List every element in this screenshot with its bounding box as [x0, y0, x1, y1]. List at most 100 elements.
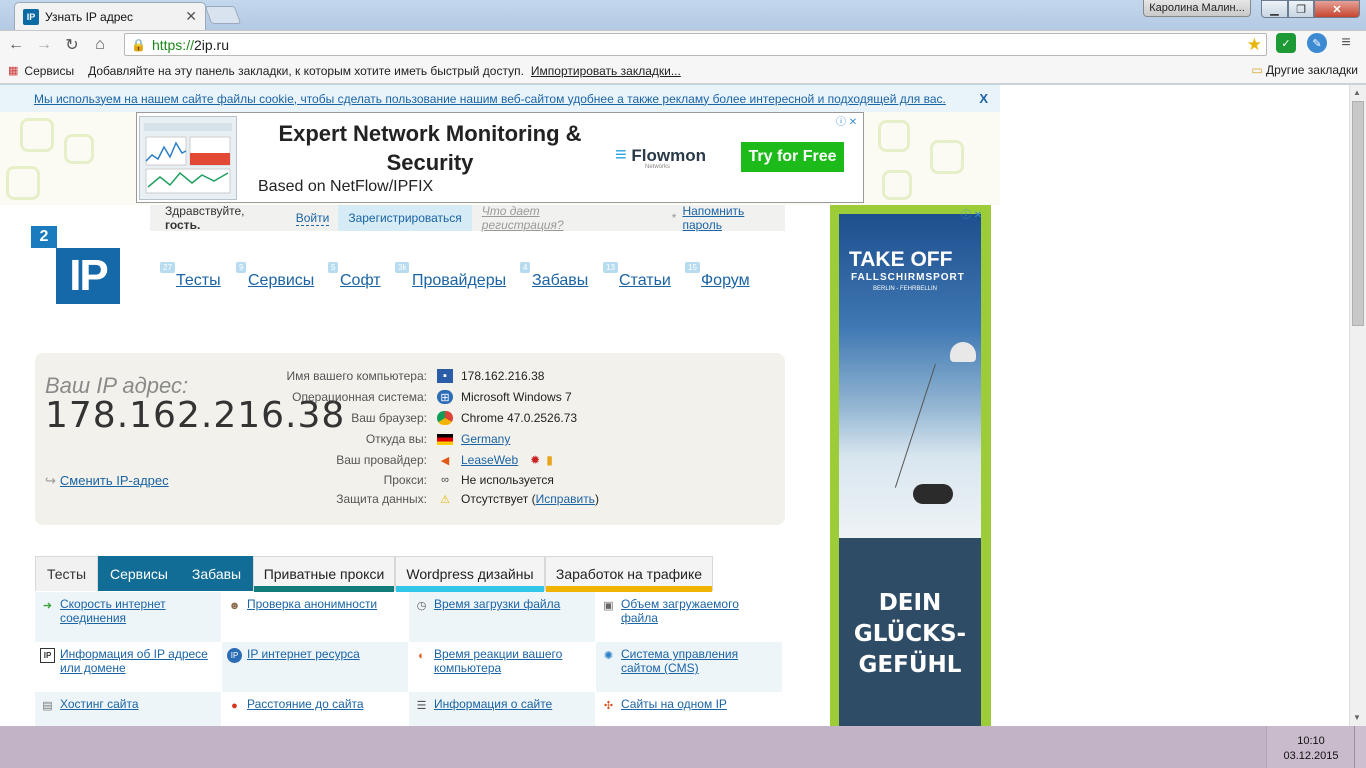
tab-earnings[interactable]: Заработок на трафике — [545, 556, 713, 592]
fix-link[interactable]: Исправить — [536, 492, 595, 506]
tab-close-icon[interactable]: ✕ — [185, 8, 197, 25]
site-logo[interactable]: IP — [56, 248, 120, 304]
service-link[interactable]: ☻ Проверка анонимности — [222, 592, 408, 642]
windows-icon: ⊞ — [437, 390, 453, 404]
service-link[interactable]: ➜ Скорость интернет соединения — [35, 592, 221, 642]
menu-icon[interactable]: ≡ — [1336, 33, 1356, 53]
info-row: Защита данных: ⚠ Отсутствует (Исправить) — [336, 492, 599, 506]
info-row: Операционная система: ⊞ Microsoft Window… — [292, 390, 572, 404]
ad-choices-icon[interactable]: ⓘ ✕ — [961, 206, 989, 221]
menu-forum[interactable]: Форум — [701, 272, 750, 290]
tab-wordpress[interactable]: Wordpress дизайны — [395, 556, 545, 592]
import-bookmarks-link[interactable]: Импортировать закладки... — [531, 64, 681, 78]
hosting-icon: ▤ — [42, 700, 53, 712]
cookie-close-button[interactable]: X — [979, 91, 988, 106]
service-link[interactable]: ☰ Информация о сайте — [409, 692, 595, 726]
window-controls: ▁ ❐ ✕ — [1261, 0, 1360, 18]
browser-tab[interactable]: IP Узнать IP адрес ✕ — [14, 2, 206, 30]
ip-info-box: Ваш IP адрес: 178.162.216.38 ↪ Сменить IP… — [35, 353, 785, 525]
tab-title: Узнать IP адрес — [45, 9, 134, 24]
service-link[interactable]: ◐ Время реакции вашего компьютера — [409, 642, 595, 692]
try-for-free-button[interactable]: Try for Free — [741, 142, 844, 172]
stats-icon[interactable]: ▮ — [546, 453, 553, 467]
service-link[interactable]: ◷ Время загрузки файла — [409, 592, 595, 642]
service-link[interactable]: ▤ Хостинг сайта — [35, 692, 221, 726]
other-bookmarks[interactable]: ▭ Другие закладки — [1251, 63, 1358, 77]
reload-icon[interactable]: ↻ — [58, 35, 86, 55]
tab-fun[interactable]: Забавы — [180, 556, 253, 591]
address-bar[interactable]: 🔒 https://2ip.ru ★ — [124, 33, 1267, 56]
tab-private-proxy[interactable]: Приватные прокси — [253, 556, 395, 592]
clock-date: 03.12.2015 — [1283, 750, 1339, 762]
menu-fun[interactable]: Забавы — [532, 272, 588, 290]
refresh-arrow-icon: ↪ — [45, 473, 56, 488]
ad-choices-icon[interactable]: ⓘ ✕ — [836, 113, 864, 128]
country-link[interactable]: Germany — [461, 432, 510, 446]
service-link[interactable]: ✺ Система управления сайтом (CMS) — [596, 642, 782, 692]
home-icon[interactable]: ⌂ — [86, 36, 114, 54]
service-link[interactable]: ✣ Сайты на одном IP — [596, 692, 782, 726]
back-icon[interactable]: ← — [2, 36, 30, 54]
menu-soft[interactable]: Софт — [340, 272, 381, 290]
bug-icon[interactable]: ✹ — [530, 453, 540, 467]
taskbar: 10:10 03.12.2015 — [0, 726, 1366, 768]
bookmark-apps[interactable]: Сервисы — [24, 64, 74, 78]
remind-password-link[interactable]: Напомнить пароль — [682, 204, 785, 232]
anonymity-icon: ☻ — [228, 599, 241, 612]
tab-tests[interactable]: Тесты — [35, 556, 98, 591]
service-link[interactable]: IP Информация об IP адресе или домене — [35, 642, 221, 692]
minimize-button[interactable]: ▁ — [1261, 0, 1288, 18]
service-link[interactable]: IP IP интернет ресурса — [222, 642, 408, 692]
menu-services[interactable]: Сервисы — [248, 272, 314, 290]
top-banner-ad[interactable]: Expert Network Monitoring & Security Bas… — [136, 112, 864, 203]
cms-icon: ✺ — [603, 650, 614, 662]
menu-count: 3k — [395, 262, 410, 273]
new-tab-button[interactable] — [204, 6, 242, 24]
glasses-icon: ∞ — [441, 474, 449, 486]
login-bar: Здравствуйте, гость. Войти Зарегистриров… — [150, 204, 785, 232]
decoration — [882, 170, 912, 200]
change-ip-link[interactable]: ↪ Сменить IP-адрес — [45, 473, 169, 489]
cookie-notice-link[interactable]: Мы используем на нашем сайте файлы cooki… — [34, 92, 946, 106]
ad-side-slogan: DEIN GLÜCKS- GEFÜHL — [853, 590, 967, 678]
page-scrollbar[interactable]: ▲ ▼ — [1349, 85, 1366, 726]
extension-icon[interactable]: ✎ — [1307, 33, 1327, 53]
scrollbar-thumb[interactable] — [1352, 101, 1364, 326]
bookmarks-hint: Добавляйте на эту панель закладки, к кот… — [88, 63, 524, 78]
decoration — [20, 118, 54, 152]
clock-time: 10:10 — [1297, 735, 1325, 747]
service-link[interactable]: ● Расстояние до сайта — [222, 692, 408, 726]
info-row: Прокси: ∞ Не используется — [383, 473, 554, 487]
menu-articles[interactable]: Статьи — [619, 272, 671, 290]
tab-favicon-icon: IP — [23, 8, 39, 25]
side-banner-ad[interactable]: TAKE OFF FALLSCHIRMSPORT BERLIN - FEHRBE… — [830, 205, 991, 726]
tab-services[interactable]: Сервисы — [98, 556, 180, 591]
register-link[interactable]: Зарегистрироваться — [338, 205, 472, 231]
provider-link[interactable]: LeaseWeb — [461, 453, 518, 467]
decoration — [64, 134, 94, 164]
clock-area[interactable]: 10:10 03.12.2015 — [1266, 726, 1354, 768]
apps-grid-icon[interactable]: ▦ — [8, 64, 18, 77]
scroll-down-icon[interactable]: ▼ — [1353, 713, 1361, 722]
maximize-button[interactable]: ❐ — [1288, 0, 1314, 18]
forward-icon[interactable]: → — [30, 36, 58, 54]
info-row: Откуда вы: Germany — [365, 432, 511, 446]
menu-providers[interactable]: Провайдеры — [412, 272, 506, 290]
service-link[interactable]: ▣ Объем загружаемого файла — [596, 592, 782, 642]
menu-tests[interactable]: Тесты — [176, 272, 221, 290]
asterisk: * — [671, 211, 677, 225]
bookmark-star-icon[interactable]: ★ — [1247, 35, 1262, 55]
logo-badge[interactable]: 2 — [31, 226, 57, 248]
why-register-link[interactable]: Что дает регистрация? — [482, 204, 622, 232]
sites-on-ip-icon: ✣ — [603, 700, 614, 712]
adblock-extension-icon[interactable]: ✓ — [1276, 33, 1296, 53]
scroll-up-icon[interactable]: ▲ — [1353, 88, 1361, 97]
menu-count: 13 — [603, 262, 618, 273]
close-window-button[interactable]: ✕ — [1314, 0, 1360, 18]
login-link[interactable]: Войти — [295, 211, 330, 226]
decoration — [6, 166, 40, 200]
show-desktop-button[interactable] — [1354, 726, 1366, 768]
profile-button[interactable]: Каролина Малин... — [1143, 0, 1251, 17]
sky-image: TAKE OFF FALLSCHIRMSPORT BERLIN - FEHRBE… — [839, 214, 981, 538]
decoration — [930, 140, 964, 174]
